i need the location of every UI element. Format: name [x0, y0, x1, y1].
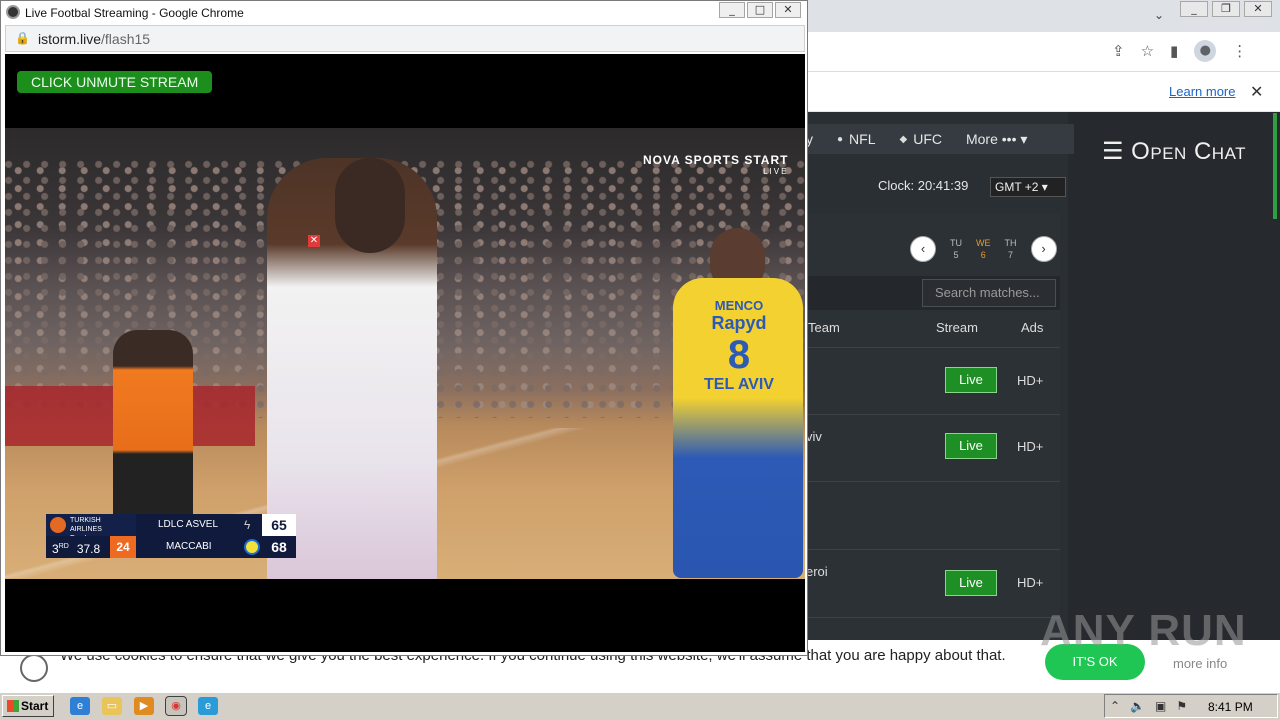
chrome-taskbar-icon[interactable]: ◉: [165, 696, 187, 716]
lock-icon: 🔒: [15, 31, 30, 45]
folder-icon[interactable]: ▭: [102, 697, 122, 715]
shot-clock: 24: [110, 536, 136, 558]
popup-minimize-button[interactable]: _: [719, 2, 745, 18]
search-matches-input[interactable]: Search matches...: [922, 279, 1056, 307]
cookie-icon: [20, 654, 48, 682]
media-player-icon[interactable]: ▶: [134, 697, 154, 715]
tray-expand-icon[interactable]: ⌃: [1110, 699, 1120, 713]
share-icon[interactable]: ⇪: [1112, 42, 1125, 60]
euroleague-ball-icon: [50, 517, 66, 533]
minimize-button[interactable]: _: [1180, 1, 1208, 17]
site-clock: Clock: 20:41:39: [878, 178, 969, 193]
matches-table-header: Team Stream Ads: [806, 316, 1060, 346]
nav-item-nfl[interactable]: ● NFL: [837, 131, 876, 147]
tray-icons: ⌃ 🔈 ▣ ⚑: [1110, 699, 1187, 713]
day-tu[interactable]: TU 5: [950, 237, 962, 261]
taskbar-clock[interactable]: 8:41 PM: [1208, 700, 1253, 714]
menu-kebab-icon[interactable]: ⋮: [1232, 42, 1247, 60]
live-button[interactable]: Live: [945, 367, 997, 393]
browser-toolbar-icons: ⇪ ☆ ▮ ● ⋮: [1112, 40, 1247, 62]
scrollbar[interactable]: [1273, 113, 1277, 219]
tab-search-chevron-icon[interactable]: ⌄: [1154, 8, 1164, 22]
prev-day-button[interactable]: ‹: [910, 236, 936, 262]
volume-icon[interactable]: 🔈: [1130, 699, 1145, 713]
table-row: [806, 617, 1060, 640]
network-icon[interactable]: ▣: [1155, 699, 1166, 713]
video-player[interactable]: CLICK UNMUTE STREAM MENCO Rapyd 8 TEL AV…: [5, 54, 805, 652]
column-team: Team: [808, 320, 840, 335]
jersey: MENCO Rapyd 8 TEL AVIV: [704, 298, 774, 393]
ie-icon[interactable]: e: [70, 697, 90, 715]
nfl-icon: ●: [837, 133, 844, 145]
popup-window-controls: _ □ ✕: [719, 2, 801, 18]
background-window-controls: _ ❐ ✕: [1180, 1, 1272, 17]
notice-close-icon[interactable]: ✕: [1250, 82, 1263, 102]
nav-item-ufc[interactable]: ◆ UFC: [900, 131, 942, 147]
watermark-logo: ANY RUN: [1040, 606, 1247, 655]
column-stream: Stream: [936, 320, 978, 335]
row-ads: HD+: [1017, 439, 1044, 454]
bookmark-star-icon[interactable]: ☆: [1141, 42, 1154, 60]
close-button[interactable]: ✕: [1244, 1, 1272, 17]
open-chat-button[interactable]: ☰ Open Chat: [1102, 137, 1246, 166]
ufc-icon: ◆: [899, 133, 908, 145]
row-ads: HD+: [1017, 373, 1044, 388]
row-team: eroi: [806, 564, 828, 579]
popup-close-button[interactable]: ✕: [775, 2, 801, 18]
live-button[interactable]: Live: [945, 570, 997, 596]
table-row: [806, 481, 1060, 548]
period-clock: 3RD 37.8: [46, 536, 110, 558]
side-panel-icon[interactable]: ▮: [1170, 42, 1178, 60]
table-row: eroi Live HD+: [806, 549, 1060, 617]
popup-title: Live Footbal Streaming - Google Chrome: [25, 6, 244, 20]
popup-maximize-button[interactable]: □: [747, 2, 773, 18]
team2-score: 68: [262, 536, 296, 558]
live-button[interactable]: Live: [945, 433, 997, 459]
video-frame: MENCO Rapyd 8 TEL AVIV NOVA SPORTS START…: [5, 128, 805, 579]
day-th[interactable]: TH 7: [1005, 237, 1017, 261]
action-center-flag-icon[interactable]: ⚑: [1176, 699, 1187, 713]
date-navigation: ‹ TU 5 WE 6 TH 7 ›: [910, 236, 1057, 262]
edge-icon[interactable]: e: [198, 697, 218, 715]
site-right-column: [1068, 112, 1280, 692]
table-row: viv Live HD+: [806, 414, 1060, 481]
scoreboard: TURKISH AIRLINES EuroLeague LDLC ASVEL ϟ…: [46, 514, 296, 558]
maximize-button[interactable]: ❐: [1212, 1, 1240, 17]
learn-more-link[interactable]: Learn more: [1169, 84, 1235, 99]
windows-logo-icon: [7, 700, 19, 712]
popup-window: Live Footbal Streaming - Google Chrome _…: [0, 0, 808, 656]
cookie-more-info-link[interactable]: more info: [1173, 656, 1227, 671]
url-text[interactable]: istorm.live/flash15: [38, 31, 150, 47]
referee-figure: [113, 330, 193, 530]
nav-item-more[interactable]: More ••• ▾: [966, 131, 1027, 148]
profile-avatar-icon[interactable]: ●: [1194, 40, 1217, 62]
channel-logo: NOVA SPORTS START LIVE: [643, 153, 789, 176]
day-we[interactable]: WE 6: [976, 237, 991, 261]
timezone-select[interactable]: GMT +2 ▾: [990, 177, 1066, 197]
chrome-icon: [6, 5, 20, 19]
team1-score: 65: [262, 514, 296, 536]
next-day-button[interactable]: ›: [1030, 236, 1057, 262]
table-row: Live HD+: [806, 347, 1060, 414]
quick-launch: e ▭ ▶ ◉ e: [70, 696, 218, 716]
column-ads: Ads: [1021, 320, 1044, 335]
row-ads: HD+: [1017, 575, 1044, 590]
asvel-player-head: [335, 158, 405, 253]
row-team: viv: [806, 429, 822, 444]
unmute-stream-button[interactable]: CLICK UNMUTE STREAM: [17, 71, 213, 93]
sports-nav: y ● NFL ◆ UFC More ••• ▾: [806, 124, 1074, 154]
asvel-logo-icon: ϟ: [244, 518, 251, 532]
close-ad-icon[interactable]: ✕: [308, 235, 320, 247]
maccabi-logo-icon: [244, 539, 260, 555]
start-button[interactable]: Start: [2, 695, 54, 717]
